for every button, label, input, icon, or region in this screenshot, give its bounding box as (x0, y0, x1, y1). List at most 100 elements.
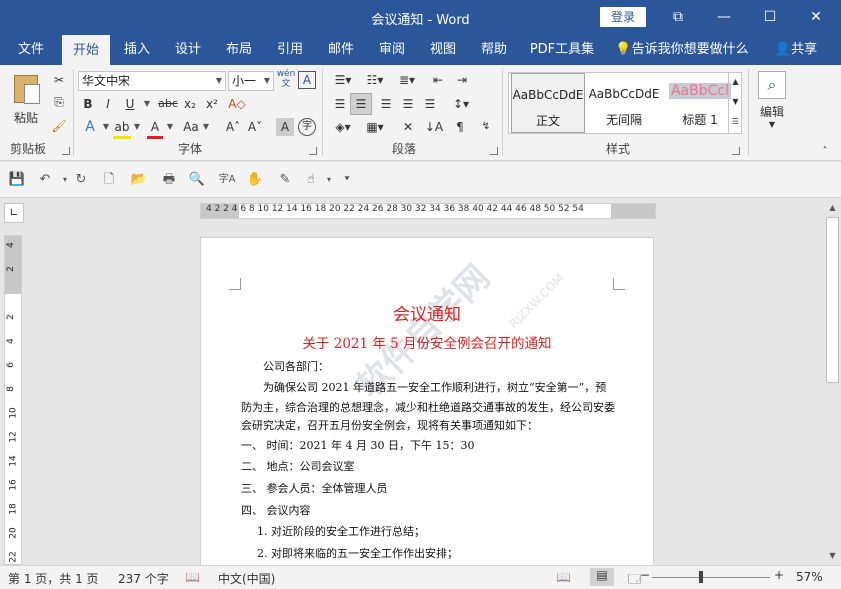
italic-icon[interactable]: I (100, 95, 116, 113)
tab-layout[interactable]: 布局 (216, 34, 262, 65)
sort-icon[interactable]: ↓A (424, 118, 444, 136)
zoom-slider[interactable] (652, 577, 770, 578)
style-normal[interactable]: AaBbCcDdE 正文 (511, 73, 585, 133)
clear-formatting-icon[interactable]: A◇ (226, 95, 248, 113)
style-no-spacing[interactable]: AaBbCcDdE 无间隔 (587, 73, 661, 133)
align-center-icon[interactable]: ☰ (350, 93, 372, 115)
line-spacing-icon[interactable]: ↕▾ (448, 95, 474, 113)
distributed-icon[interactable]: ☰ (420, 95, 440, 113)
asian-typography-icon[interactable]: ↯ (476, 118, 496, 136)
tab-mailings[interactable]: 邮件 (318, 34, 364, 65)
phonetic-guide-icon[interactable]: wén 文 (276, 69, 296, 89)
quick-print-icon[interactable]: 🖶 (160, 171, 178, 189)
copy-icon[interactable]: ⎘ (50, 93, 68, 111)
zoom-slider-thumb[interactable] (699, 571, 703, 583)
open-folder-icon[interactable]: 📂 (130, 171, 148, 189)
touch-mouse-mode-icon[interactable]: ☝ (302, 171, 320, 189)
font-size-select[interactable]: 小一 ▼ (228, 71, 274, 91)
change-case-icon[interactable]: Aa (180, 118, 202, 136)
paste-button[interactable]: 粘贴 (8, 73, 44, 133)
collapse-ribbon-icon[interactable]: ˄ (818, 143, 832, 161)
font-launcher-icon[interactable] (309, 147, 317, 155)
share-button[interactable]: 👤共享 (768, 34, 824, 65)
enclose-characters-icon[interactable]: 字 (298, 118, 316, 136)
bold-icon[interactable]: B (80, 95, 96, 113)
clipboard-launcher-icon[interactable] (62, 147, 70, 155)
subscript-icon[interactable]: x₂ (181, 95, 199, 113)
font-name-select[interactable]: 华文中宋 ▼ (78, 71, 226, 91)
scrollbar-thumb[interactable] (826, 217, 839, 383)
decrease-indent-icon[interactable]: ⇤ (428, 71, 448, 89)
tab-design[interactable]: 设计 (165, 34, 211, 65)
language[interactable]: 中文(中国) (218, 570, 275, 587)
tab-help[interactable]: 帮助 (471, 34, 517, 65)
align-right-icon[interactable]: ☰ (376, 95, 396, 113)
save-icon[interactable]: 💾 (8, 171, 26, 189)
vertical-ruler[interactable]: 4 2 2 4 6 8 10 12 14 16 18 20 22 (4, 235, 22, 565)
login-button[interactable]: 登录 (600, 7, 646, 27)
scroll-down-icon[interactable]: ▼ (825, 549, 840, 563)
tab-references[interactable]: 引用 (267, 34, 313, 65)
show-formatting-icon[interactable]: ¶ (450, 118, 470, 136)
align-left-icon[interactable]: ☰ (330, 95, 350, 113)
new-document-icon[interactable]: 🗋 (100, 171, 118, 189)
tab-review[interactable]: 审阅 (369, 34, 415, 65)
zoom-in-icon[interactable]: + (774, 568, 784, 582)
proofing-icon[interactable]: 📖 (185, 570, 200, 584)
undo-icon[interactable]: ↶ (36, 171, 54, 189)
horizontal-ruler[interactable]: 4 2 2 4 6 8 10 12 14 16 18 20 22 24 26 2… (200, 203, 656, 219)
spelling-icon[interactable]: 字A (218, 171, 236, 189)
bullets-icon[interactable]: ☰▾ (330, 71, 356, 89)
chevron-down-icon[interactable]: ▼ (166, 118, 174, 136)
print-layout-icon[interactable]: ▤ (590, 568, 614, 586)
strikethrough-icon[interactable]: abc (157, 95, 179, 113)
underline-icon[interactable]: U (122, 95, 138, 113)
tell-me-search[interactable]: 💡告诉我你想要做什么 (614, 34, 750, 65)
vertical-scrollbar[interactable]: ▲ ▼ (824, 199, 841, 565)
word-count[interactable]: 237 个字 (118, 570, 169, 587)
editing-button[interactable]: ⌕ 编辑 ▼ (757, 71, 787, 131)
increase-indent-icon[interactable]: ⇥ (452, 71, 472, 89)
zoom-level[interactable]: 57% (796, 570, 823, 584)
chinese-layout-icon[interactable]: ✕ (398, 118, 418, 136)
superscript-icon[interactable]: x² (203, 95, 221, 113)
page-count[interactable]: 第 1 页，共 1 页 (8, 570, 99, 587)
tab-view[interactable]: 视图 (420, 34, 466, 65)
chevron-down-icon[interactable]: ▼ (133, 118, 141, 136)
chevron-down-icon[interactable]: ▼ (102, 118, 110, 136)
shrink-font-icon[interactable]: A˅ (246, 118, 264, 136)
chevron-down-icon[interactable]: ▼ (142, 95, 152, 113)
highlight-icon[interactable]: ab (113, 118, 131, 139)
maximize-button[interactable]: ☐ (747, 0, 793, 34)
font-color-icon[interactable]: A (147, 118, 163, 139)
tab-file[interactable]: 文件 (8, 34, 54, 65)
format-painter-icon[interactable]: 🖌 (50, 117, 68, 135)
character-shading-icon[interactable]: A (276, 118, 294, 136)
styles-launcher-icon[interactable] (732, 147, 740, 155)
redo-icon[interactable]: ↻ (72, 171, 90, 189)
chevron-down-icon[interactable]: ▼ (202, 118, 210, 136)
styles-scroll-icon[interactable]: ▲ ▼ ☰ (728, 72, 742, 134)
read-mode-icon[interactable]: 📖 (556, 570, 571, 584)
touch-mode-icon[interactable]: ✋ (246, 171, 264, 189)
print-preview-icon[interactable]: 🔍 (188, 171, 206, 189)
justify-icon[interactable]: ☰ (398, 95, 418, 113)
customize-toolbar-icon[interactable]: ⯆ (338, 171, 356, 189)
track-changes-icon[interactable]: ✎ (276, 171, 294, 189)
tab-insert[interactable]: 插入 (114, 34, 160, 65)
character-border-icon[interactable]: A (298, 71, 316, 89)
zoom-out-icon[interactable]: − (640, 568, 650, 582)
tab-selector-icon[interactable]: ∟ (4, 203, 24, 223)
document-page[interactable]: 软件自学网 RJZXW.COM 会议通知 关于 2021 年 5 月份安全例会召… (200, 237, 654, 567)
style-heading-1[interactable]: AaBbCcl 标题 1 (663, 73, 737, 133)
shading-icon[interactable]: ◈▾ (330, 118, 356, 136)
chevron-down-icon[interactable]: ▾ (320, 171, 338, 189)
text-effects-icon[interactable]: A (80, 118, 100, 136)
borders-icon[interactable]: ▦▾ (362, 118, 388, 136)
multilevel-list-icon[interactable]: ≣▾ (394, 71, 420, 89)
tab-pdf-tools[interactable]: PDF工具集 (526, 34, 598, 65)
scroll-up-icon[interactable]: ▲ (825, 201, 840, 215)
cut-icon[interactable]: ✂ (50, 71, 68, 89)
close-button[interactable]: ✕ (793, 0, 839, 34)
minimize-button[interactable]: — (701, 0, 747, 34)
